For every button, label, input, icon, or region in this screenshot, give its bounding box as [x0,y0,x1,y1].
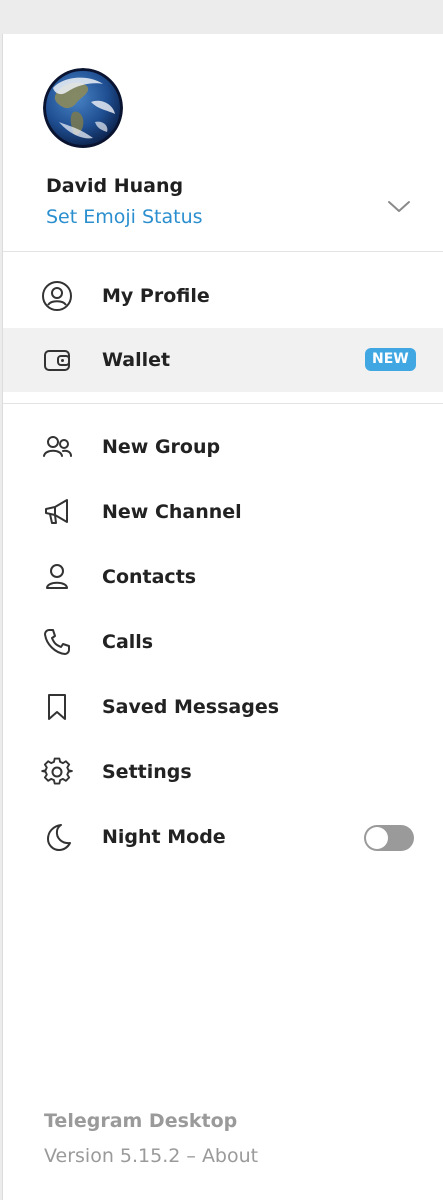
menu-item-new-channel[interactable]: New Channel [3,480,443,544]
divider [3,251,443,252]
menu-item-label: Settings [102,761,192,783]
footer-version-line: Version 5.15.2 – About [44,1145,258,1167]
side-menu-panel: David Huang Set Emoji Status My Profile … [2,34,443,1200]
megaphone-icon [40,495,74,529]
menu-item-label: Saved Messages [102,696,280,718]
menu-item-label: Night Mode [102,826,226,848]
moon-icon [40,820,74,854]
version-separator: – [180,1145,202,1167]
menu-item-label: New Group [102,436,221,458]
menu-item-label: Contacts [102,566,197,588]
gear-icon [40,755,74,789]
menu-item-label: Calls [102,631,154,653]
menu-item-new-group[interactable]: New Group [3,415,443,479]
toggle-knob [366,827,388,849]
menu-item-contacts[interactable]: Contacts [3,545,443,609]
menu-item-wallet[interactable]: Wallet NEW [3,328,443,392]
footer-app-name: Telegram Desktop [44,1110,238,1132]
new-badge: NEW [365,348,416,371]
menu-item-my-profile[interactable]: My Profile [3,264,443,328]
bookmark-icon [40,690,74,724]
group-icon [40,430,74,464]
person-icon [40,560,74,594]
wallet-icon [40,343,74,377]
window-top-bar [0,0,443,36]
menu-item-label: New Channel [102,501,242,523]
about-link[interactable]: About [202,1145,258,1167]
menu-item-saved-messages[interactable]: Saved Messages [3,675,443,739]
chevron-down-icon [388,201,410,212]
profile-name: David Huang [46,175,184,197]
avatar[interactable] [43,68,123,148]
set-emoji-status-link[interactable]: Set Emoji Status [46,206,203,228]
menu-item-settings[interactable]: Settings [3,740,443,804]
menu-item-night-mode[interactable]: Night Mode [3,805,443,869]
version-text: Version 5.15.2 [44,1145,181,1167]
night-mode-toggle[interactable] [364,825,414,851]
accounts-expand-button[interactable] [383,192,415,222]
menu-item-calls[interactable]: Calls [3,610,443,674]
profile-circle-icon [40,279,74,313]
menu-item-label: Wallet [102,349,171,371]
earth-avatar-image [43,68,123,148]
phone-icon [40,625,74,659]
divider [3,403,443,404]
menu-item-label: My Profile [102,285,210,307]
